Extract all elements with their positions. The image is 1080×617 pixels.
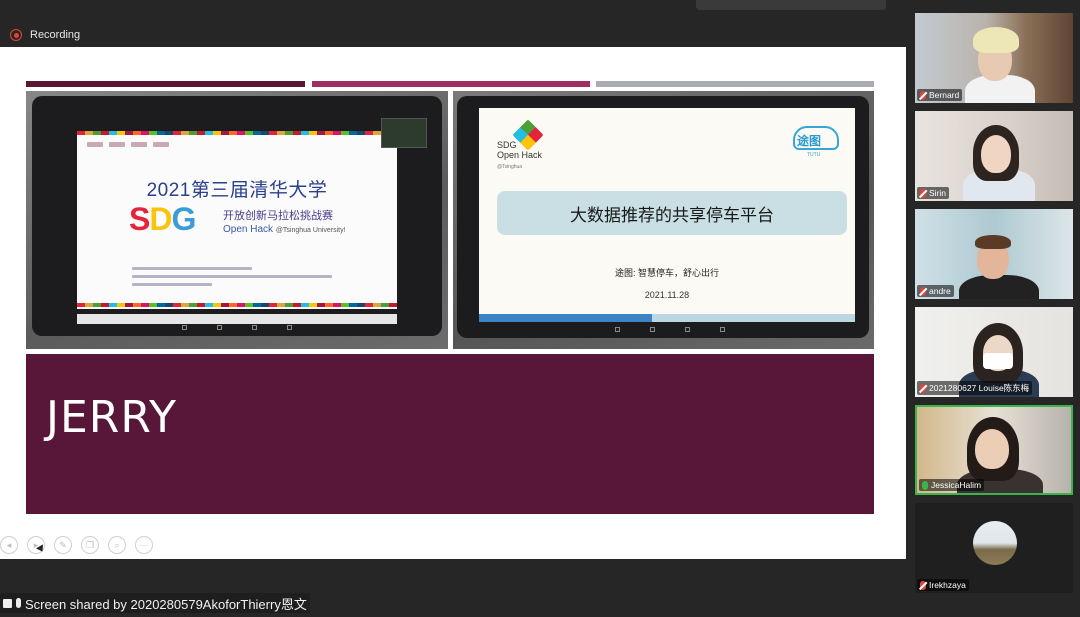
slide-progress-bar	[479, 314, 855, 322]
slide-toolbar: ◂ ▸ ✎ ❐ ⌕ ⋯	[0, 536, 153, 554]
event-title: 2021第三届清华大学	[146, 180, 328, 201]
event-open-hack: Open Hack @Tsinghua University!	[223, 224, 346, 235]
participant-tile-active-speaker[interactable]: JessicaHalim	[915, 405, 1073, 495]
face-mask	[983, 353, 1013, 369]
mic-active-icon	[922, 480, 928, 490]
zoom-icon[interactable]: ⌕	[108, 536, 126, 554]
sponsor-line	[132, 267, 252, 270]
project-tagline: 途图: 智慧停车，舒心出行	[614, 268, 719, 278]
tablet-left: 2021第三届清华大学 SDG 开放创新马拉松挑战赛 Open Hack @Ts…	[32, 96, 442, 336]
recording-label: Recording	[30, 29, 81, 41]
participant-tile[interactable]: Bernard	[915, 13, 1073, 103]
record-icon	[10, 29, 22, 41]
tablet-left-screen: 2021第三届清华大学 SDG 开放创新马拉松挑战赛 Open Hack @Ts…	[77, 131, 397, 309]
sdg-logo: SDG	[129, 201, 196, 237]
video-thumbnail	[381, 118, 427, 148]
mic-muted-icon	[920, 580, 926, 590]
participant-label: andre	[917, 285, 954, 297]
meeting-window: Recording 2021第三届清华大学 SDG 开放创新马拉松挑战赛 Ope…	[0, 0, 1080, 617]
tablet-share-bar	[77, 314, 397, 324]
screen-share-icon	[3, 598, 12, 608]
slide-photo-right: SDG Open Hack @Tsinghua 途图 TUTU 大数据推荐的共享停车…	[453, 91, 874, 349]
participant-tile[interactable]: Irekhzaya	[915, 503, 1073, 593]
event-subtitle: 开放创新马拉松挑战赛	[223, 210, 333, 222]
participant-label: Irekhzaya	[917, 579, 969, 591]
project-title: 大数据推荐的共享停车平台	[497, 191, 847, 235]
mic-muted-icon	[920, 188, 926, 198]
tablet-nav	[615, 327, 725, 332]
tablet-nav	[182, 325, 292, 330]
microphone-icon	[16, 598, 21, 608]
participant-tile[interactable]: andre	[915, 209, 1073, 299]
slide-progress-fill	[479, 314, 652, 322]
participant-tile[interactable]: Sirin	[915, 111, 1073, 201]
more-icon[interactable]: ⋯	[135, 536, 153, 554]
participant-tile[interactable]: 2021280627 Louise陈东梅	[915, 307, 1073, 397]
sponsor-line	[132, 275, 332, 278]
recording-indicator[interactable]: Recording	[10, 29, 80, 41]
slide-accent-bar-2	[312, 81, 590, 87]
slide-photo-left: 2021第三届清华大学 SDG 开放创新马拉松挑战赛 Open Hack @Ts…	[26, 91, 448, 349]
mic-muted-icon	[920, 383, 926, 393]
top-toolbar-pill[interactable]	[696, 0, 886, 10]
avatar	[973, 521, 1017, 565]
sponsor-line	[132, 283, 212, 286]
project-date: 2021.11.28	[644, 290, 690, 300]
tablet-right-screen: SDG Open Hack @Tsinghua 途图 TUTU 大数据推荐的共享停车…	[479, 108, 855, 322]
pen-icon[interactable]: ✎	[54, 536, 72, 554]
participant-label: JessicaHalim	[919, 479, 985, 491]
previous-icon[interactable]: ◂	[0, 536, 18, 554]
speaker-banner: JERRY	[26, 354, 874, 514]
top-strip	[0, 0, 906, 24]
sdg-rainbow-strip	[77, 131, 397, 135]
mic-muted-icon	[920, 286, 926, 296]
participant-gallery: Bernard Sirin andre 2021280627 Louise陈东梅…	[906, 0, 1080, 617]
mic-muted-icon	[920, 90, 926, 100]
participant-label: Bernard	[917, 89, 963, 101]
participant-label: 2021280627 Louise陈东梅	[917, 381, 1033, 395]
slide-accent-bar-3	[596, 81, 874, 87]
participant-label: Sirin	[917, 187, 950, 199]
sdg-rainbow-strip	[77, 303, 397, 307]
sponsor-logos	[87, 142, 169, 147]
shared-slide: 2021第三届清华大学 SDG 开放创新马拉松挑战赛 Open Hack @Ts…	[0, 47, 906, 559]
tablet-right: SDG Open Hack @Tsinghua 途图 TUTU 大数据推荐的共享停车…	[457, 96, 869, 338]
share-status-text: Screen shared by 2020280579AkoforThierry…	[25, 596, 307, 612]
speaker-name: JERRY	[46, 392, 177, 443]
screen-share-status: Screen shared by 2020280579AkoforThierry…	[0, 593, 310, 613]
copy-icon[interactable]: ❐	[81, 536, 99, 554]
slide-accent-bar-1	[26, 81, 305, 87]
tutu-logo: 途图 TUTU	[793, 126, 839, 158]
